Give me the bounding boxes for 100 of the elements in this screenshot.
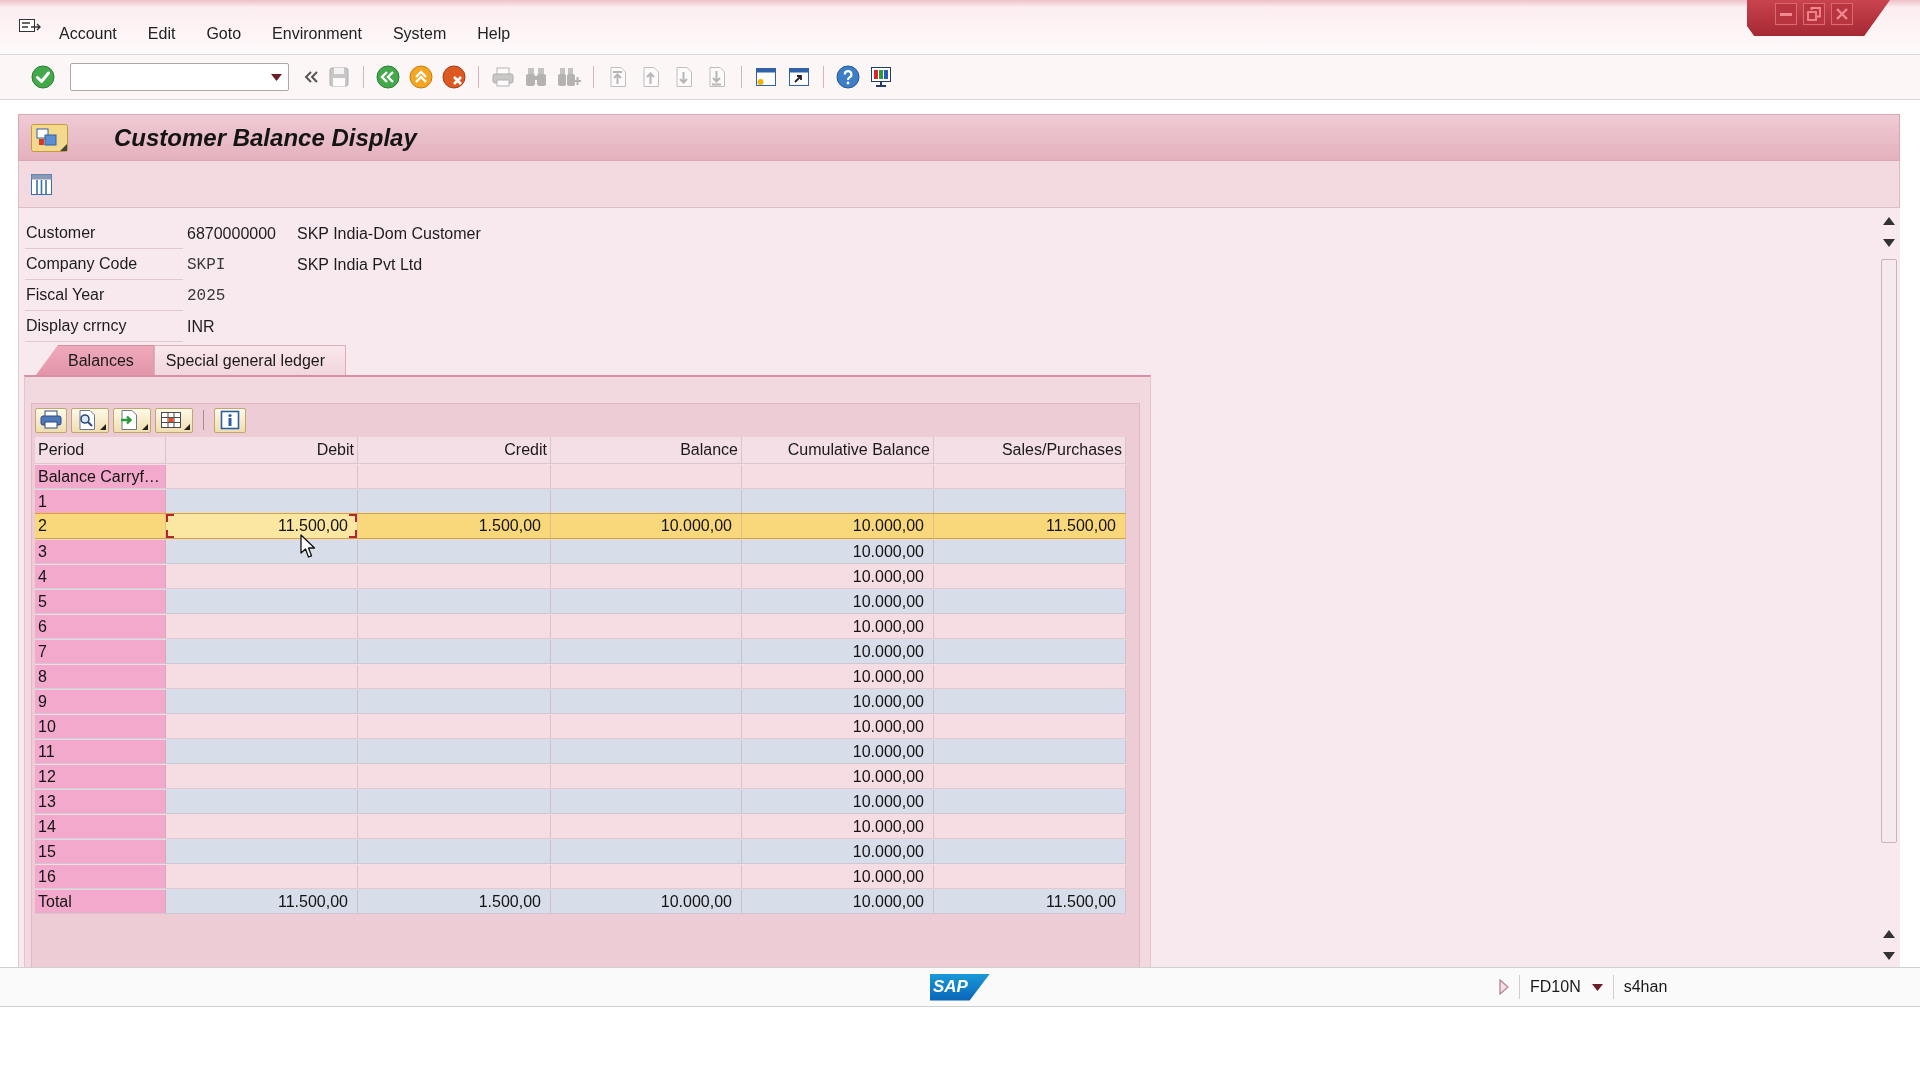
table-cell: 10.000,00	[742, 740, 934, 763]
scrollbar-thumb[interactable]	[1881, 259, 1897, 843]
double-chevron-left-circle-icon	[376, 65, 400, 89]
menu-item[interactable]: System	[388, 22, 451, 45]
print-button[interactable]	[35, 407, 67, 433]
play-icon[interactable]	[1499, 979, 1509, 995]
table-row[interactable]: 9 10.000,00	[35, 689, 1126, 714]
table-row[interactable]: 13 10.000,00	[35, 789, 1126, 814]
monitor-icon	[869, 65, 893, 89]
dropdown-arrow-icon	[142, 423, 148, 430]
table-cell: 10.000,00	[742, 540, 934, 563]
table-row[interactable]: 2 11.500,00 1.500,00 10.000,00 10.000,00 11.500,00	[35, 513, 1126, 539]
table-cell: 10.000,00	[551, 890, 742, 913]
table-cell: 10.000,00	[742, 840, 934, 863]
binoculars-plus-icon	[557, 65, 581, 89]
new-window-icon	[754, 65, 778, 89]
enter-button[interactable]	[31, 65, 55, 89]
table-cell: Balance Carryf…	[35, 465, 166, 488]
table-row[interactable]: 12 10.000,00	[35, 764, 1126, 789]
check-icon	[31, 65, 55, 89]
info-icon	[218, 408, 242, 432]
scroll-up-icon[interactable]	[1883, 930, 1895, 938]
table-cell: 11.500,00	[934, 514, 1126, 538]
column-header[interactable]: Balance	[551, 437, 742, 463]
field-value: 2025	[187, 286, 226, 305]
details-button[interactable]	[71, 407, 109, 433]
table-row[interactable]: 14 10.000,00	[35, 814, 1126, 839]
menu-item[interactable]: Goto	[202, 22, 246, 45]
minimize-button[interactable]	[1775, 3, 1797, 25]
table-row[interactable]: 15 10.000,00	[35, 839, 1126, 864]
table-row[interactable]: 5 10.000,00	[35, 589, 1126, 614]
info-button[interactable]	[214, 407, 246, 433]
table-cell: 10.000,00	[742, 690, 934, 713]
menu-item[interactable]: Help	[473, 22, 515, 45]
table-cell: 15	[35, 840, 166, 863]
table-cell: 3	[35, 540, 166, 563]
menu-item[interactable]: Edit	[143, 22, 180, 45]
table-cell: 1	[35, 490, 166, 513]
dropdown-arrow-icon	[100, 423, 106, 430]
table-cell: 16	[35, 865, 166, 888]
table-row[interactable]: 1	[35, 489, 1126, 514]
table-row[interactable]: 3 10.000,00	[35, 539, 1126, 564]
table-row[interactable]: 11 10.000,00	[35, 739, 1126, 764]
table-row[interactable]: 10 10.000,00	[35, 714, 1126, 739]
table-row[interactable]: 4 10.000,00	[35, 564, 1126, 589]
table-cell: 10.000,00	[742, 514, 934, 538]
scroll-up-icon[interactable]	[1883, 217, 1895, 225]
restore-button[interactable]	[1803, 3, 1825, 25]
tab[interactable]: Special general ledger	[153, 345, 347, 375]
exit-button[interactable]	[409, 65, 433, 89]
double-chevron-up-circle-icon	[409, 65, 433, 89]
scroll-down-icon[interactable]	[1883, 239, 1895, 247]
table-cell: 12	[35, 765, 166, 788]
column-header[interactable]: Credit	[358, 437, 551, 463]
back-button[interactable]	[376, 65, 400, 89]
menu-item[interactable]: Environment	[268, 22, 366, 45]
command-field[interactable]	[70, 63, 289, 91]
restore-icon	[1807, 7, 1821, 21]
table-row[interactable]: 7 10.000,00	[35, 639, 1126, 664]
app-tile-icon	[31, 123, 68, 152]
columns-icon[interactable]	[30, 172, 53, 196]
help-button[interactable]	[836, 65, 860, 89]
printer-icon	[491, 65, 515, 89]
table-cell: 10.000,00	[742, 790, 934, 813]
table-cell: 1.500,00	[358, 890, 551, 913]
cancel-button[interactable]	[442, 65, 466, 89]
menu-item[interactable]: Account	[55, 22, 121, 45]
table-cell: 10.000,00	[742, 865, 934, 888]
table-cell: 8	[35, 665, 166, 688]
table-cell: 11.500,00	[166, 890, 358, 913]
table-cell: 13	[35, 790, 166, 813]
close-button[interactable]	[1831, 3, 1853, 25]
field-description: SKP India-Dom Customer	[297, 224, 481, 243]
window-title: Customer Balance Display	[114, 123, 417, 152]
new-session-button[interactable]	[754, 65, 778, 89]
column-header[interactable]: Debit	[166, 437, 358, 463]
tab[interactable]: Balances	[36, 345, 154, 375]
table-row[interactable]: 8 10.000,00	[35, 664, 1126, 689]
column-header[interactable]: Sales/Purchases	[934, 437, 1126, 463]
table-cell: 11.500,00	[166, 514, 358, 538]
caret-icon[interactable]	[1591, 983, 1603, 991]
table-cell: 4	[35, 565, 166, 588]
shortcut-button[interactable]	[787, 65, 811, 89]
export-button[interactable]	[113, 407, 151, 433]
table-cell: 11	[35, 740, 166, 763]
column-header[interactable]: Cumulative Balance	[742, 437, 934, 463]
table-cell: 10.000,00	[742, 615, 934, 638]
table-row[interactable]: 16 10.000,00	[35, 864, 1126, 889]
scroll-down-icon[interactable]	[1883, 952, 1895, 960]
table-row[interactable]: Balance Carryf…	[35, 464, 1126, 489]
menu-icon[interactable]	[19, 19, 41, 35]
table-cell: 10.000,00	[742, 590, 934, 613]
dropdown-arrow-icon	[184, 423, 190, 430]
mouse-pointer-icon	[300, 534, 317, 559]
table-row[interactable]: 6 10.000,00	[35, 614, 1126, 639]
column-header[interactable]: Period	[35, 437, 166, 463]
binoculars-icon	[524, 65, 548, 89]
customize-layout-button[interactable]	[869, 65, 893, 89]
table-cell: 7	[35, 640, 166, 663]
layout-button[interactable]	[155, 407, 193, 433]
